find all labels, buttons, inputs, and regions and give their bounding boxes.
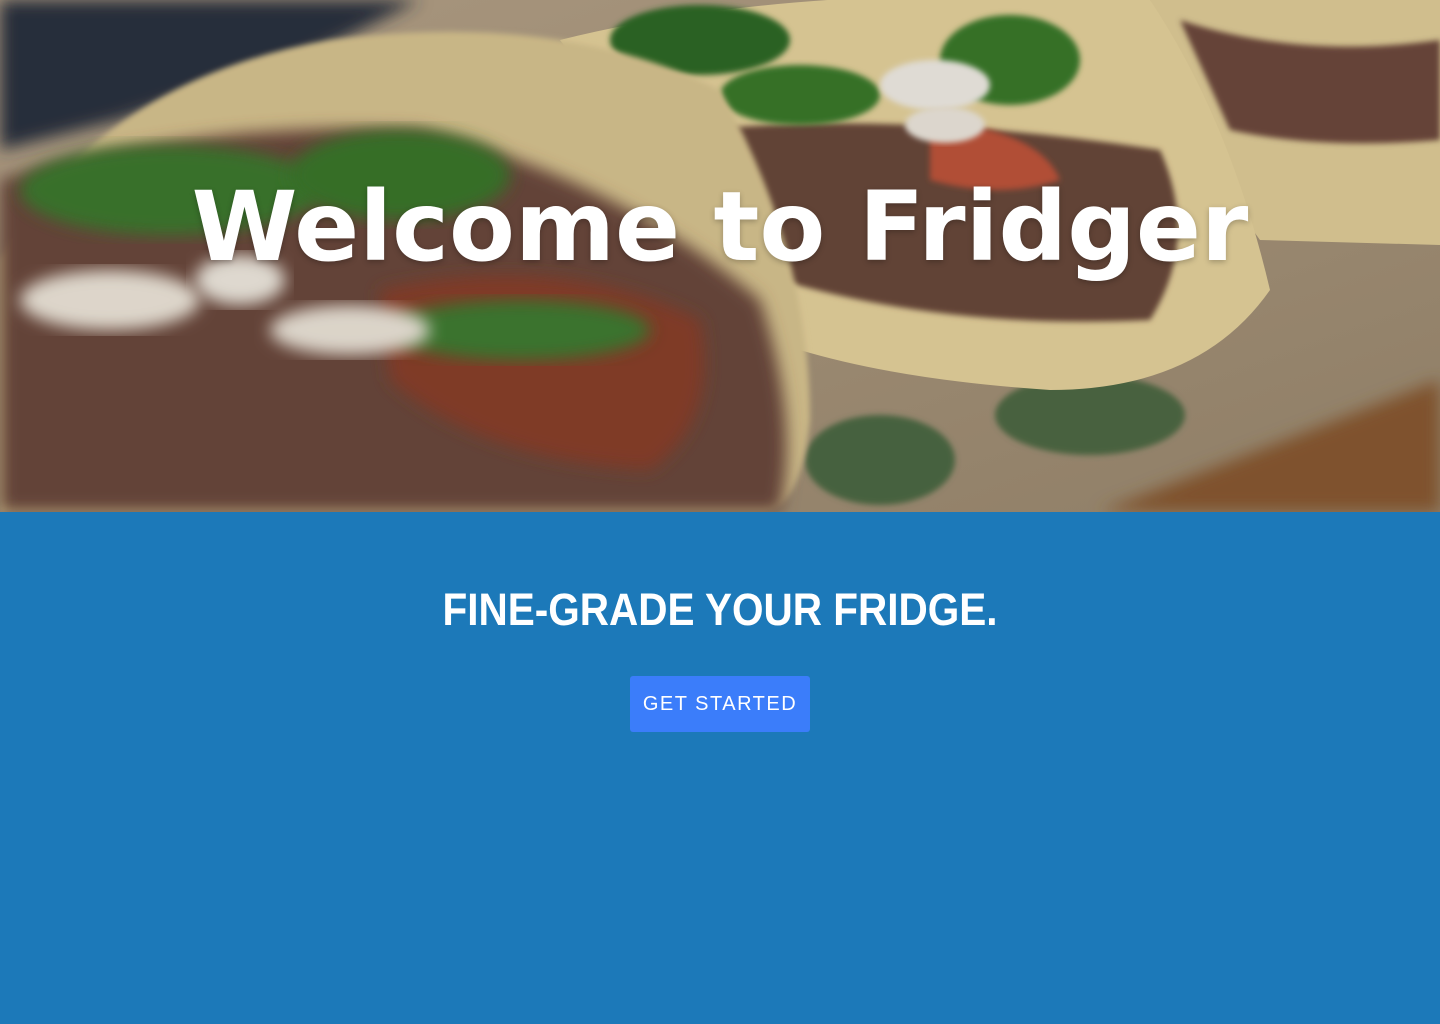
hero-banner: Welcome to Fridger xyxy=(0,0,1440,512)
tagline: FINE-GRADE YOUR FRIDGE. xyxy=(442,584,998,635)
hero-title: Welcome to Fridger xyxy=(191,171,1249,283)
get-started-button[interactable]: GET STARTED xyxy=(630,676,810,732)
main-section: FINE-GRADE YOUR FRIDGE. GET STARTED xyxy=(0,512,1440,1024)
